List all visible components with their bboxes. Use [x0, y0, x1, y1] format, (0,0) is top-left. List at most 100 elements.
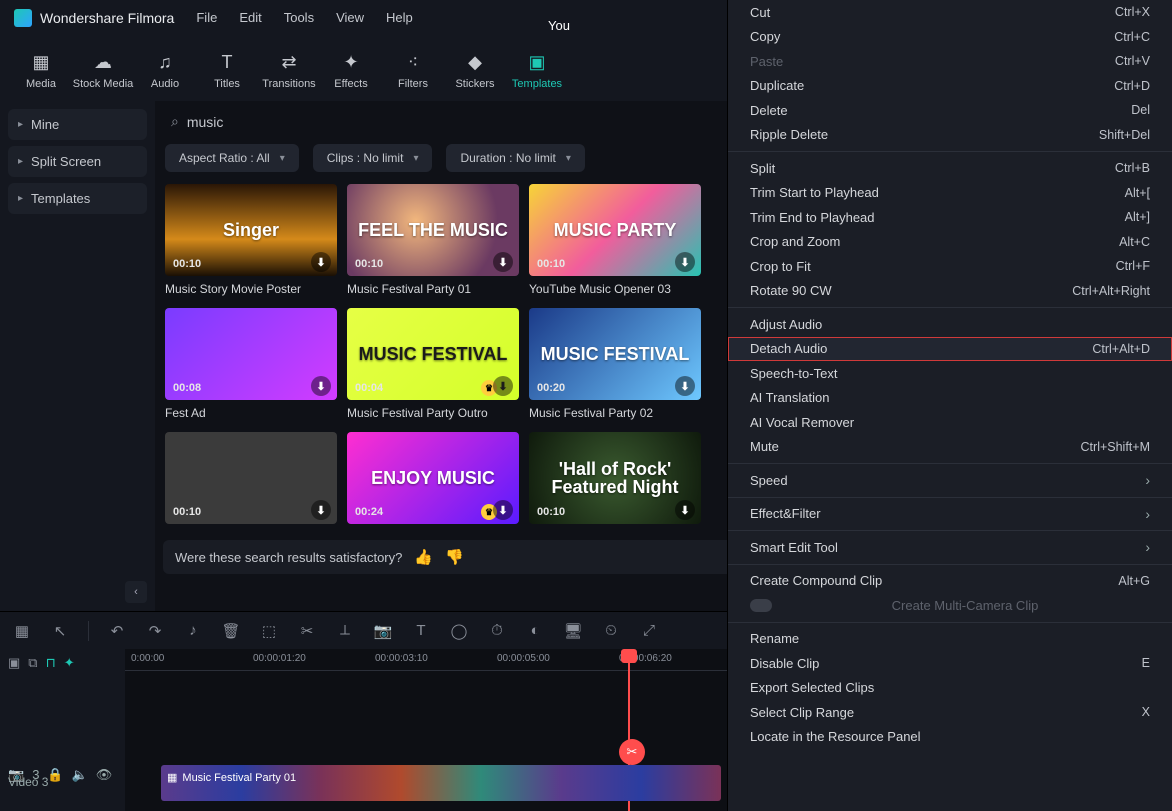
template-card[interactable]: MUSIC FESTIVAL 00:20 ⬇ Music Festival Pa…	[529, 308, 701, 420]
download-icon[interactable]: ⬇	[675, 500, 695, 520]
delete-icon[interactable]: 🗑	[221, 622, 241, 640]
menu-edit[interactable]: Edit	[239, 10, 261, 25]
ctx-crop-and-zoom[interactable]: Crop and ZoomAlt+C	[728, 230, 1172, 255]
ctx-ripple-delete[interactable]: Ripple DeleteShift+Del	[728, 123, 1172, 148]
download-icon[interactable]: ⬇	[675, 376, 695, 396]
template-thumbnail[interactable]: 00:10 ⬇	[165, 432, 337, 524]
download-icon[interactable]: ⬇	[493, 252, 513, 272]
search-input[interactable]	[187, 114, 368, 130]
download-icon[interactable]: ⬇	[311, 376, 331, 396]
ctx-detach-audio[interactable]: Detach AudioCtrl+Alt+D	[728, 337, 1172, 362]
sidebar-item-templates[interactable]: Templates	[8, 183, 147, 214]
template-thumbnail[interactable]: 'Hall of Rock' Featured Night 00:10 ⬇	[529, 432, 701, 524]
expand-icon[interactable]: ⤢	[639, 622, 659, 639]
mute-icon[interactable]: 🔈	[72, 767, 88, 783]
ctx-effect-filter[interactable]: Effect&Filter	[728, 502, 1172, 527]
marker-icon[interactable]: ♪	[183, 622, 203, 639]
ctx-speed[interactable]: Speed	[728, 468, 1172, 493]
display-icon[interactable]: 🖥	[563, 622, 583, 640]
tool-transitions[interactable]: ⇄Transitions	[258, 41, 320, 101]
cursor-icon[interactable]: ↖	[50, 622, 70, 640]
ctx-adjust-audio[interactable]: Adjust Audio	[728, 312, 1172, 337]
ctx-ai-vocal-remover[interactable]: AI Vocal Remover	[728, 410, 1172, 435]
ctx-ai-translation[interactable]: AI Translation	[728, 386, 1172, 411]
template-card[interactable]: FEEL THE MUSIC 00:10 ⬇ Music Festival Pa…	[347, 184, 519, 296]
template-card[interactable]: MUSIC FESTIVAL 00:04 ♛ ⬇ Music Festival …	[347, 308, 519, 420]
download-icon[interactable]: ⬇	[493, 500, 513, 520]
split-button[interactable]: ✂	[619, 739, 645, 765]
template-thumbnail[interactable]: FEEL THE MUSIC 00:10 ⬇	[347, 184, 519, 276]
download-icon[interactable]: ⬇	[311, 252, 331, 272]
link-icon[interactable]: ⧉	[28, 655, 37, 671]
ctx-create-compound-clip[interactable]: Create Compound ClipAlt+G	[728, 569, 1172, 594]
template-card[interactable]: 'Hall of Rock' Featured Night 00:10 ⬇	[529, 432, 701, 530]
filter-aspect-ratio[interactable]: Aspect Ratio : All▾	[165, 144, 299, 172]
ctx-duplicate[interactable]: DuplicateCtrl+D	[728, 74, 1172, 99]
menu-view[interactable]: View	[336, 10, 364, 25]
template-card[interactable]: Singer 00:10 ⬇ Music Story Movie Poster	[165, 184, 337, 296]
thumbs-up-icon[interactable]: 👍	[414, 548, 433, 566]
text-icon[interactable]: T	[411, 622, 431, 639]
ctx-smart-edit-tool[interactable]: Smart Edit Tool	[728, 535, 1172, 560]
ctx-select-clip-range[interactable]: Select Clip RangeX	[728, 700, 1172, 725]
magnet-icon[interactable]: ⊓	[46, 655, 56, 671]
template-thumbnail[interactable]: MUSIC FESTIVAL 00:20 ⬇	[529, 308, 701, 400]
download-icon[interactable]: ⬇	[493, 376, 513, 396]
menu-file[interactable]: File	[196, 10, 217, 25]
filter-clips[interactable]: Clips : No limit▾	[313, 144, 433, 172]
camera-icon[interactable]: 📷	[373, 622, 393, 640]
tool-stickers[interactable]: ◆Stickers	[444, 41, 506, 101]
template-thumbnail[interactable]: Singer 00:10 ⬇	[165, 184, 337, 276]
tool-templates[interactable]: ▣Templates	[506, 41, 568, 101]
tool-stock[interactable]: ☁Stock Media	[72, 41, 134, 101]
template-card[interactable]: 00:08 ⬇ Fest Ad	[165, 308, 337, 420]
ctx-export-selected-clips[interactable]: Export Selected Clips	[728, 676, 1172, 701]
menu-tools[interactable]: Tools	[284, 10, 314, 25]
sidebar-item-mine[interactable]: Mine	[8, 109, 147, 140]
speed-icon[interactable]: ⏱	[487, 622, 507, 639]
ctx-locate-in-the-resource-panel[interactable]: Locate in the Resource Panel	[728, 725, 1172, 750]
group-icon[interactable]: ⬚	[259, 622, 279, 640]
ctx-split[interactable]: SplitCtrl+B	[728, 156, 1172, 181]
menu-help[interactable]: Help	[386, 10, 413, 25]
ctx-rename[interactable]: Rename	[728, 627, 1172, 652]
ctx-delete[interactable]: DeleteDel	[728, 98, 1172, 123]
lock-icon[interactable]: 🔒	[47, 767, 63, 783]
ctx-cut[interactable]: CutCtrl+X	[728, 0, 1172, 25]
ctx-copy[interactable]: CopyCtrl+C	[728, 25, 1172, 50]
ctx-trim-start-to-playhead[interactable]: Trim Start to PlayheadAlt+[	[728, 181, 1172, 206]
filter-duration[interactable]: Duration : No limit▾	[446, 144, 584, 172]
cut-icon[interactable]: ✂	[297, 622, 317, 640]
template-card[interactable]: 00:10 ⬇	[165, 432, 337, 530]
ctx-trim-end-to-playhead[interactable]: Trim End to PlayheadAlt+]	[728, 205, 1172, 230]
auto-icon[interactable]: ✦	[64, 655, 75, 671]
template-card[interactable]: ENJOY MUSIC 00:24 ♛ ⬇	[347, 432, 519, 530]
ctx-mute[interactable]: MuteCtrl+Shift+M	[728, 435, 1172, 460]
tool-media[interactable]: ▦Media	[10, 41, 72, 101]
account-label[interactable]: You	[548, 18, 570, 33]
tool-effects[interactable]: ✦Effects	[320, 41, 382, 101]
ctx-crop-to-fit[interactable]: Crop to FitCtrl+F	[728, 254, 1172, 279]
layer-icon[interactable]: ▣	[8, 655, 20, 671]
layout-icon[interactable]: ▦	[12, 622, 32, 640]
tool-titles[interactable]: TTitles	[196, 41, 258, 101]
template-thumbnail[interactable]: MUSIC FESTIVAL 00:04 ♛ ⬇	[347, 308, 519, 400]
redo-icon[interactable]: ↷	[145, 622, 165, 640]
sidebar-item-splitscreen[interactable]: Split Screen	[8, 146, 147, 177]
thumbs-down-icon[interactable]: 👎	[445, 548, 464, 566]
mask-icon[interactable]: ◯	[449, 622, 469, 640]
crop-icon[interactable]: ⟂	[335, 622, 355, 639]
color-icon[interactable]: ◐	[525, 622, 545, 639]
template-thumbnail[interactable]: ENJOY MUSIC 00:24 ♛ ⬇	[347, 432, 519, 524]
template-thumbnail[interactable]: MUSIC PARTY 00:10 ⬇	[529, 184, 701, 276]
ctx-disable-clip[interactable]: Disable ClipE	[728, 651, 1172, 676]
template-card[interactable]: MUSIC PARTY 00:10 ⬇ YouTube Music Opener…	[529, 184, 701, 296]
download-icon[interactable]: ⬇	[675, 252, 695, 272]
undo-icon[interactable]: ↶	[107, 622, 127, 640]
template-thumbnail[interactable]: 00:08 ⬇	[165, 308, 337, 400]
download-icon[interactable]: ⬇	[311, 500, 331, 520]
tool-filters[interactable]: ⁖Filters	[382, 41, 444, 101]
ctx-speech-to-text[interactable]: Speech-to-Text	[728, 361, 1172, 386]
ctx-rotate-90-cw[interactable]: Rotate 90 CWCtrl+Alt+Right	[728, 279, 1172, 304]
timer-icon[interactable]: ⏲	[601, 622, 621, 639]
